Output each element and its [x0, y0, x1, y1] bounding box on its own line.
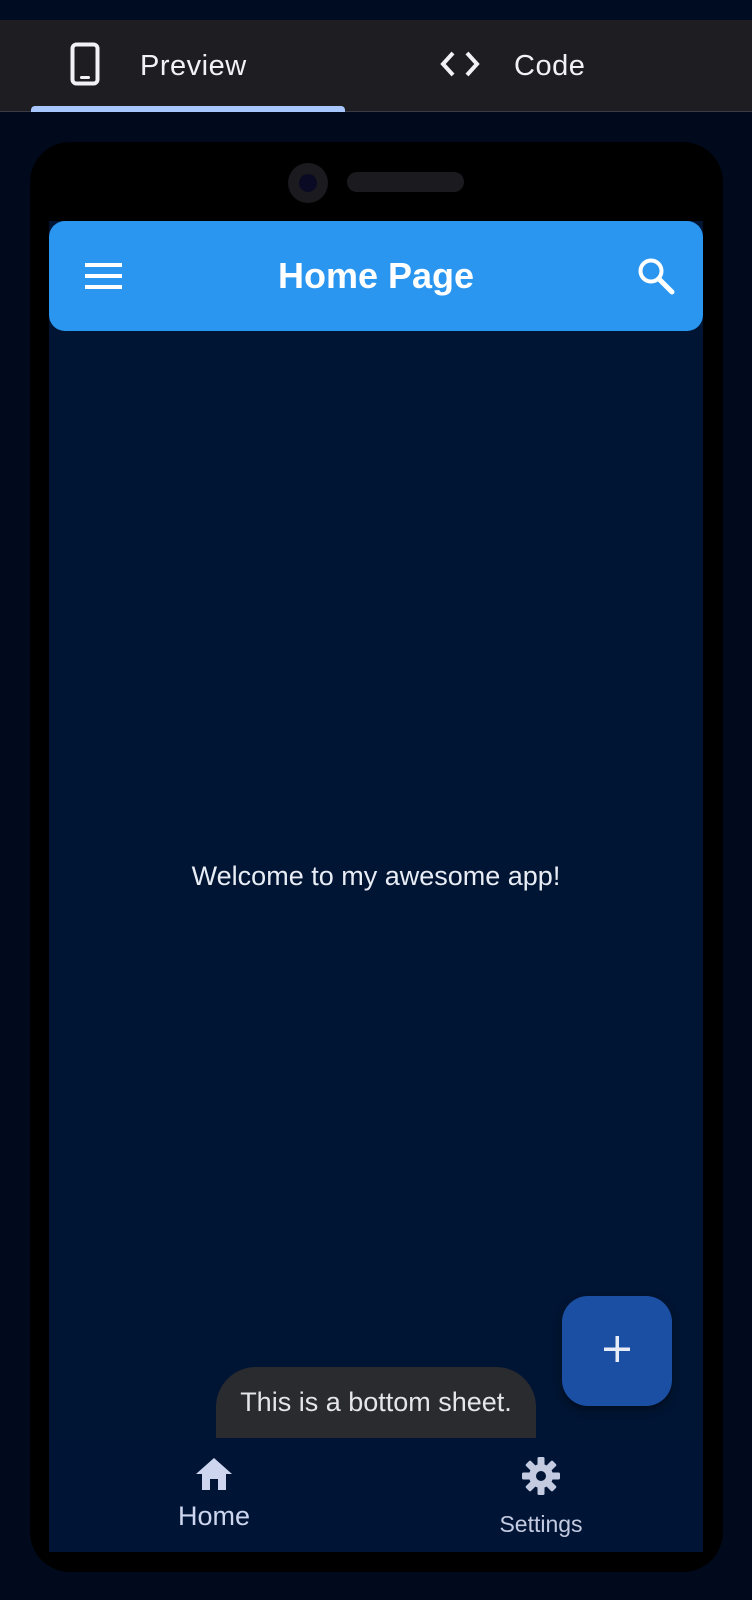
nav-item-home[interactable]: Home: [104, 1438, 324, 1552]
bottom-sheet: This is a bottom sheet.: [216, 1367, 536, 1447]
home-icon: [194, 1456, 234, 1497]
nav-settings-label: Settings: [499, 1511, 583, 1537]
page-title: Home Page: [277, 255, 475, 296]
tab-preview-label: Preview: [140, 49, 247, 82]
speaker-grille: [347, 172, 464, 192]
app-bar: Home Page: [49, 221, 703, 331]
camera-icon: [288, 163, 328, 203]
gear-icon: [521, 1456, 561, 1501]
nav-item-settings[interactable]: Settings: [431, 1438, 651, 1552]
top-strip: [0, 0, 752, 20]
add-fab-button[interactable]: [562, 1296, 672, 1406]
menu-icon: [85, 263, 123, 298]
tab-preview[interactable]: Preview: [32, 20, 344, 112]
tab-indicator: [31, 106, 345, 112]
nav-home-label: Home: [177, 1501, 251, 1531]
welcome-text: Welcome to my awesome app!: [191, 861, 561, 891]
code-icon: [440, 50, 480, 83]
tab-code[interactable]: Code: [440, 20, 640, 112]
plus-icon: [602, 1334, 632, 1369]
search-button[interactable]: [637, 257, 675, 295]
tab-code-label: Code: [514, 49, 586, 82]
search-icon: [637, 258, 675, 299]
tab-bar: Preview Code: [0, 20, 752, 112]
phone-screen: Home Page Welcome to my awesome app! Thi…: [49, 221, 703, 1552]
phone-icon: [70, 42, 100, 91]
bottom-navigation: Home Settings: [49, 1438, 703, 1552]
menu-button[interactable]: [85, 258, 123, 294]
